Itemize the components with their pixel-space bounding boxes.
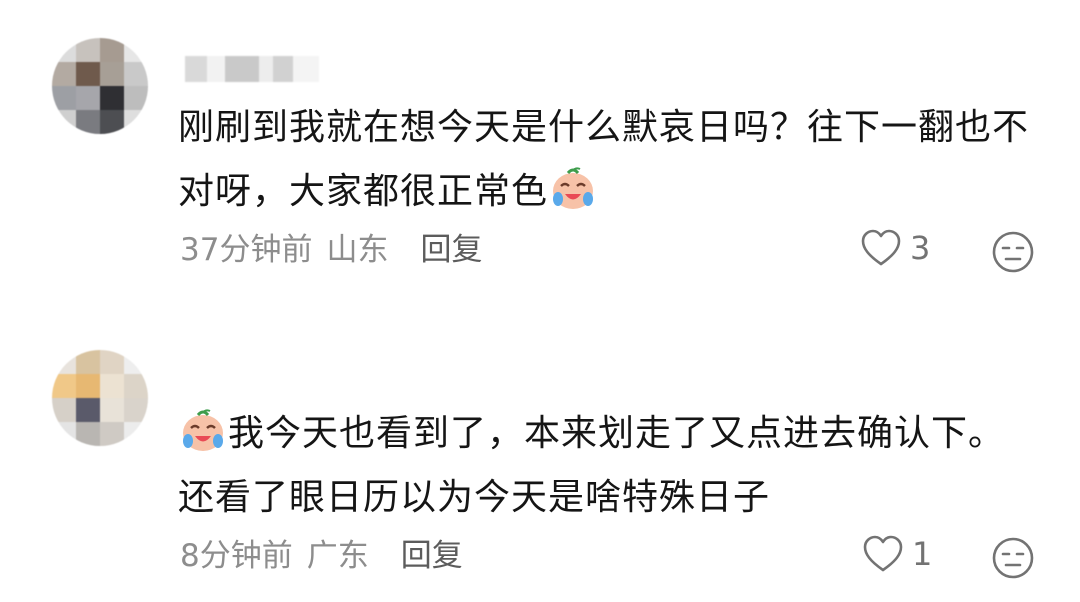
like-count: 3 [910, 229, 931, 267]
username[interactable] [185, 56, 319, 82]
comment-location: 广东 [306, 538, 369, 574]
comment-text: 刚刷到我就在想今天是什么默哀日吗？往下一翻也不对呀，大家都很正常色 [178, 96, 1038, 224]
comment-text-body: 刚刷到我就在想今天是什么默哀日吗？往下一翻也不对呀，大家都很正常色 [178, 107, 1030, 212]
heart-icon [863, 535, 903, 572]
comment-meta: 37分钟前 山东 回复 [180, 230, 482, 270]
like-count: 1 [912, 535, 933, 573]
comment-item: 刚刷到我就在想今天是什么默哀日吗？往下一翻也不对呀，大家都很正常色 37分钟前 … [0, 0, 1080, 300]
crying-laughing-face-icon [553, 167, 594, 209]
comment-location: 山东 [326, 232, 389, 268]
like-button[interactable]: 1 [862, 534, 932, 574]
comment-item: 我今天也看到了，本来划走了又点进去确认下。还看了眼日历以为今天是啥特殊日子 8分… [0, 300, 1080, 602]
comment-meta: 8分钟前 广东 回复 [180, 536, 463, 576]
comment-time: 8分钟前 [180, 538, 293, 574]
like-button[interactable]: 3 [860, 228, 930, 268]
heart-icon [861, 229, 901, 266]
comment-text: 我今天也看到了，本来划走了又点进去确认下。还看了眼日历以为今天是啥特殊日子 [178, 402, 1038, 530]
avatar[interactable] [52, 350, 148, 446]
dislike-face-icon[interactable] [991, 536, 1035, 580]
dislike-face-icon[interactable] [991, 230, 1035, 274]
comment-text-body: 我今天也看到了，本来划走了又点进去确认下。还看了眼日历以为今天是啥特殊日子 [178, 413, 1006, 518]
reply-button[interactable]: 回复 [401, 536, 463, 576]
reply-button[interactable]: 回复 [420, 230, 482, 270]
avatar[interactable] [52, 38, 148, 134]
crying-laughing-face-icon [183, 409, 223, 451]
comment-time: 37分钟前 [180, 232, 313, 268]
